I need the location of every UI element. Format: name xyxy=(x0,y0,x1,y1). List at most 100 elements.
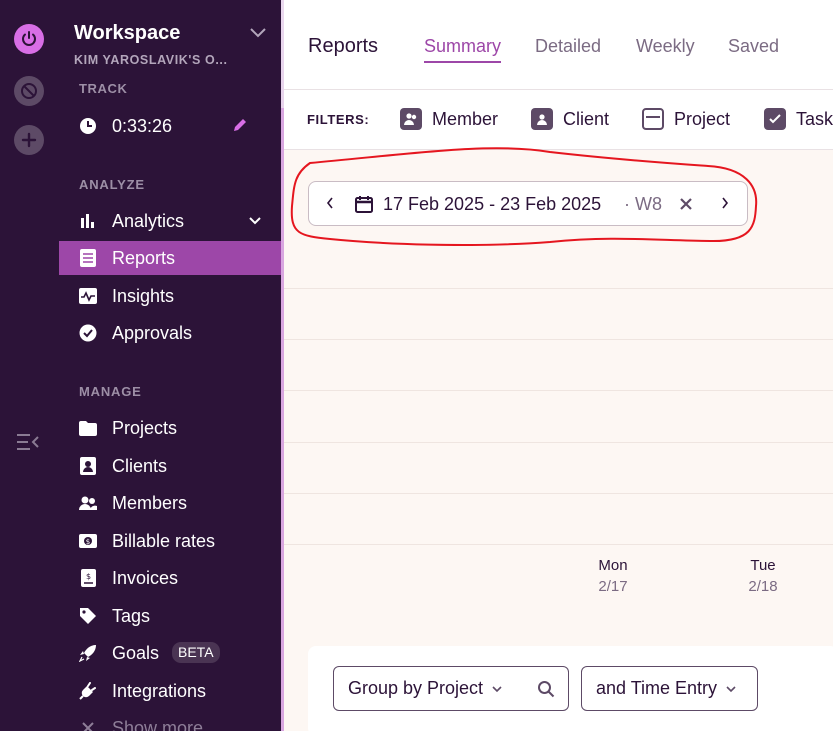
group-by-select[interactable]: Group by Project xyxy=(333,666,524,711)
filter-label: Task xyxy=(796,108,833,129)
members-icon xyxy=(400,108,422,130)
timer-value: 0:33:26 xyxy=(112,116,173,136)
running-timer[interactable]: 0:33:26 xyxy=(59,108,281,144)
clock-off-icon xyxy=(21,83,37,99)
time-tracker-button[interactable] xyxy=(14,76,44,106)
tab-saved[interactable]: Saved xyxy=(728,36,779,57)
plus-icon xyxy=(21,132,37,148)
sidebar-item-label: Billable rates xyxy=(112,530,216,551)
chevron-down-icon xyxy=(726,685,736,692)
chart-gridline xyxy=(284,442,833,443)
chevron-down-icon[interactable] xyxy=(249,26,267,40)
sidebar-item-label: Tags xyxy=(112,605,151,626)
svg-text:$: $ xyxy=(85,572,90,581)
filter-member[interactable]: Member xyxy=(400,107,498,131)
sidebar-item-label: Approvals xyxy=(112,322,193,343)
sidebar-item-label: Show more xyxy=(112,717,204,731)
then-by-select[interactable]: and Time Entry xyxy=(581,666,758,711)
tab-weekly[interactable]: Weekly xyxy=(636,36,695,57)
calendar-icon xyxy=(355,196,373,213)
filter-client[interactable]: Client xyxy=(531,107,609,131)
chevron-down-icon xyxy=(492,685,502,692)
section-manage-label: MANAGE xyxy=(79,384,142,399)
sidebar-item-members[interactable]: Members xyxy=(59,486,281,520)
close-icon[interactable] xyxy=(677,195,695,213)
sidebar-item-integrations[interactable]: Integrations xyxy=(59,674,281,708)
sidebar-item-label: Clients xyxy=(112,455,168,476)
filters-label: FILTERS: xyxy=(307,112,370,127)
clock-icon xyxy=(80,118,96,134)
filter-task[interactable]: Task xyxy=(764,107,833,131)
client-card-icon xyxy=(531,108,553,130)
sidebar-item-label: Integrations xyxy=(112,680,207,701)
chevron-down-icon[interactable] xyxy=(248,215,262,227)
checkbox-icon xyxy=(764,108,786,130)
sidebar-item-reports[interactable]: Reports xyxy=(59,241,281,275)
sidebar-item-insights[interactable]: Insights xyxy=(59,279,281,313)
chevron-right-icon xyxy=(722,197,729,209)
chevron-left-icon xyxy=(326,197,333,209)
sidebar-item-clients[interactable]: Clients xyxy=(59,449,281,483)
filter-bar: FILTERS: Member Client Project Task xyxy=(284,90,833,150)
sidebar-item-show-more[interactable]: Show more xyxy=(59,711,281,731)
sidebar-item-billable-rates[interactable]: $ Billable rates xyxy=(59,524,281,558)
search-icon xyxy=(537,680,554,697)
workspace-title[interactable]: Workspace xyxy=(74,22,180,45)
chart-day-label: Mon 2/17 xyxy=(583,557,643,595)
tag-icon xyxy=(79,607,97,625)
folder-icon xyxy=(79,419,97,437)
rocket-icon xyxy=(79,644,97,662)
beta-badge: BETA xyxy=(172,642,220,663)
chart-day-label: Tue 2/18 xyxy=(733,557,793,595)
tab-detailed[interactable]: Detailed xyxy=(535,36,601,57)
sidebar-item-label: Analytics xyxy=(112,210,185,231)
group-by-label: Group by Project xyxy=(348,678,484,698)
money-icon: $ xyxy=(79,532,97,550)
collapse-sidebar-icon[interactable] xyxy=(16,432,40,452)
timer-power-button[interactable] xyxy=(14,24,44,54)
date-range-picker[interactable]: 17 Feb 2025 - 23 Feb 2025 · W8 xyxy=(308,181,748,226)
main-content: Reports Summary Detailed Weekly Saved FI… xyxy=(284,0,833,731)
chart-gridline xyxy=(284,339,833,340)
chart-gridline xyxy=(284,390,833,391)
section-track-label: TRACK xyxy=(79,81,128,93)
workspace-owner: KIM YAROSLAVIK'S O... xyxy=(74,53,228,67)
previous-week-button[interactable] xyxy=(323,195,337,211)
power-icon xyxy=(22,31,36,46)
search-button[interactable] xyxy=(523,666,569,711)
next-week-button[interactable] xyxy=(718,195,732,211)
report-table-card: Group by Project and Time Entry xyxy=(308,646,833,731)
plug-icon xyxy=(79,682,97,700)
day-date: 2/18 xyxy=(748,578,778,595)
chart-gridline xyxy=(284,288,833,289)
close-icon xyxy=(79,719,97,731)
then-by-label: and Time Entry xyxy=(596,678,718,698)
filter-project[interactable]: Project xyxy=(642,107,730,131)
check-circle-icon xyxy=(79,324,97,342)
edit-pencil-icon[interactable] xyxy=(231,116,249,134)
tab-summary[interactable]: Summary xyxy=(424,36,502,63)
sidebar-item-goals[interactable]: Goals BETA xyxy=(59,636,281,670)
add-button[interactable] xyxy=(14,125,44,155)
header-bar: Reports Summary Detailed Weekly Saved xyxy=(284,0,833,90)
folder-icon xyxy=(642,108,664,130)
sidebar-item-label: Projects xyxy=(112,417,178,438)
sidebar-item-label: Invoices xyxy=(112,567,179,588)
sidebar-item-projects[interactable]: Projects xyxy=(59,411,281,445)
sidebar-item-tags[interactable]: Tags xyxy=(59,599,281,633)
invoice-icon: $ xyxy=(79,569,97,587)
day-name: Mon xyxy=(598,557,628,574)
page-title: Reports xyxy=(308,35,379,57)
filter-label: Project xyxy=(674,108,731,129)
insights-icon xyxy=(79,287,97,305)
sidebar-item-analytics[interactable]: Analytics xyxy=(59,204,281,238)
sidebar-item-label: Insights xyxy=(112,285,175,306)
section-analyze-label: ANALYZE xyxy=(79,177,145,192)
sidebar-item-approvals[interactable]: Approvals xyxy=(59,316,281,350)
sidebar: Workspace KIM YAROSLAVIK'S O... TRACK 0:… xyxy=(59,0,281,731)
filter-label: Member xyxy=(432,108,499,129)
report-icon xyxy=(79,249,97,267)
sidebar-item-label: Goals xyxy=(112,642,160,663)
sidebar-item-invoices[interactable]: $ Invoices xyxy=(59,561,281,595)
day-date: 2/17 xyxy=(598,578,628,595)
